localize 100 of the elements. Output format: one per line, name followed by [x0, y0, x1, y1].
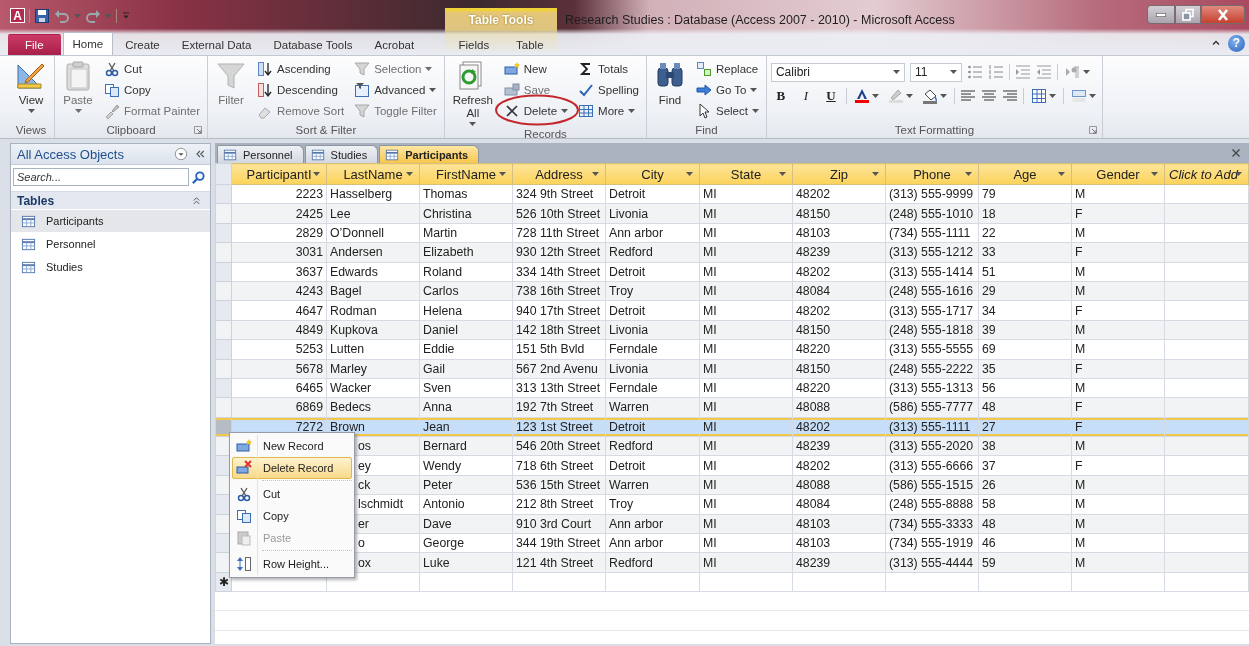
menu-item[interactable]: Row Height...	[232, 553, 352, 575]
ribbon-tab[interactable]: Create	[115, 34, 170, 55]
column-header[interactable]: ParticipantI	[231, 163, 327, 185]
collapse-pane-icon[interactable]	[194, 148, 206, 160]
column-header[interactable]: Age	[978, 163, 1072, 185]
table-cell: 728 11th Street	[516, 225, 600, 240]
menu-item[interactable]: New Record	[232, 435, 352, 457]
search-button[interactable]	[189, 168, 208, 186]
ribbon-button[interactable]: Go To	[693, 79, 762, 100]
save-record-icon	[503, 81, 520, 98]
italic-button[interactable]: I	[795, 86, 816, 106]
table-cell: (586) 555-1515	[889, 478, 974, 493]
ribbon-button[interactable]: New	[500, 58, 572, 79]
options-icon[interactable]	[174, 147, 188, 161]
ribbon-button[interactable]: Ascending	[254, 58, 348, 79]
restore-button[interactable]	[1175, 5, 1201, 24]
nav-item[interactable]: Personnel	[11, 233, 210, 255]
column-header[interactable]: Zip	[792, 163, 886, 185]
group-label: Views	[15, 123, 47, 136]
ribbon-button[interactable]: Descending	[254, 79, 348, 100]
ribbon-button[interactable]: Totals	[575, 58, 642, 79]
ribbon-button[interactable]: Advanced	[351, 79, 440, 100]
bold-button[interactable]: B	[770, 86, 791, 106]
table-cell: (313) 555-1313	[889, 381, 974, 396]
underline-button[interactable]: U	[820, 86, 841, 106]
arrow-right-icon	[696, 81, 712, 98]
ribbon-button[interactable]: More	[575, 100, 642, 121]
document-tab[interactable]: Personnel	[217, 145, 304, 163]
ribbon-tab[interactable]: Database Tools	[263, 34, 363, 55]
table-cell: Redford	[609, 245, 653, 260]
document-tab[interactable]: Participants	[379, 145, 480, 163]
column-header[interactable]: LastName	[326, 163, 420, 185]
minimize-button[interactable]	[1147, 5, 1175, 24]
align-left-icon[interactable]	[959, 88, 976, 104]
ribbon-tab[interactable]: Acrobat	[364, 34, 425, 55]
app-logo[interactable]: A	[10, 8, 25, 23]
row-selector[interactable]	[215, 320, 232, 340]
numbered-list-icon[interactable]	[987, 64, 1004, 80]
row-selector[interactable]	[215, 203, 232, 224]
table-icon	[21, 236, 36, 252]
dialog-launcher-icon[interactable]	[193, 124, 204, 135]
column-header[interactable]: City	[605, 163, 700, 185]
row-selector[interactable]	[215, 242, 232, 263]
save-icon[interactable]	[34, 7, 50, 24]
table-icon	[578, 102, 595, 119]
ribbon-button[interactable]: Find	[651, 58, 689, 121]
table-cell: 38	[982, 439, 996, 454]
dropdown-arrow-icon	[1048, 94, 1056, 98]
ribbon-tab[interactable]: File	[8, 34, 61, 55]
increase-indent-icon[interactable]	[1014, 64, 1031, 80]
column-header[interactable]: State	[699, 163, 793, 185]
column-header[interactable]: Phone	[885, 163, 979, 185]
dropdown-arrow-icon	[1088, 94, 1096, 98]
search-field[interactable]: Search...	[13, 168, 189, 186]
table-cell: Troy	[609, 284, 634, 299]
column-header[interactable]: Click to Add	[1164, 163, 1249, 185]
column-header[interactable]: FirstName	[419, 163, 513, 185]
font-size-field[interactable]: 11	[909, 62, 962, 82]
dropdown-arrow-icon	[425, 66, 433, 71]
decrease-indent-icon[interactable]	[1035, 64, 1052, 80]
ribbon-button[interactable]: Copy	[101, 79, 204, 100]
nav-item[interactable]: Studies	[11, 256, 210, 278]
ribbon-tab[interactable]: Table	[506, 34, 554, 55]
dropdown-arrow-icon	[406, 172, 413, 176]
ribbon-button[interactable]: View	[12, 58, 50, 121]
ribbon-tab[interactable]: Home	[62, 32, 114, 55]
table-cell: 334 14th Street	[516, 264, 601, 279]
row-selector[interactable]	[215, 397, 232, 418]
ribbon-tab[interactable]: External Data	[171, 34, 262, 55]
row-selector[interactable]	[215, 359, 232, 379]
row-selector[interactable]	[215, 281, 232, 301]
ribbon-tab[interactable]: Fields	[448, 34, 500, 55]
table-cell: 37	[982, 458, 996, 473]
table-cell: (313) 555-1414	[889, 264, 974, 279]
ribbon-button[interactable]: Select	[693, 100, 762, 121]
ribbon-button[interactable]: Spelling	[575, 79, 642, 100]
table-cell: Eddie	[423, 342, 455, 357]
dialog-launcher-icon[interactable]	[1087, 124, 1098, 135]
table-cell: Ann arbor	[609, 516, 663, 531]
font-field[interactable]: Calibri	[770, 62, 905, 82]
column-header[interactable]: Address	[512, 163, 606, 185]
ribbon-button[interactable]: Refresh All	[448, 58, 497, 128]
column-header[interactable]: Gender	[1071, 163, 1165, 185]
align-right-icon[interactable]	[1001, 88, 1018, 104]
grid-icon	[1030, 88, 1047, 104]
redo-icon[interactable]	[85, 7, 101, 24]
bulleted-list-icon[interactable]	[966, 64, 983, 80]
menu-item[interactable]: Cut	[232, 483, 352, 505]
align-center-icon[interactable]	[980, 88, 997, 104]
menu-item[interactable]: Copy	[232, 505, 352, 527]
close-button[interactable]	[1201, 5, 1245, 24]
menu-item[interactable]: Delete Record	[232, 457, 352, 479]
nav-item[interactable]: Participants	[11, 210, 210, 232]
table-cell: Rodman	[330, 303, 377, 318]
document-tab[interactable]: Studies	[304, 145, 379, 163]
ribbon-button[interactable]: Cut	[101, 58, 204, 79]
table-cell: Marley	[330, 361, 367, 376]
group-header[interactable]: Tables	[11, 191, 210, 209]
table-cell: 930 12th Street	[516, 245, 601, 260]
ribbon-button[interactable]: Replace	[693, 58, 762, 79]
